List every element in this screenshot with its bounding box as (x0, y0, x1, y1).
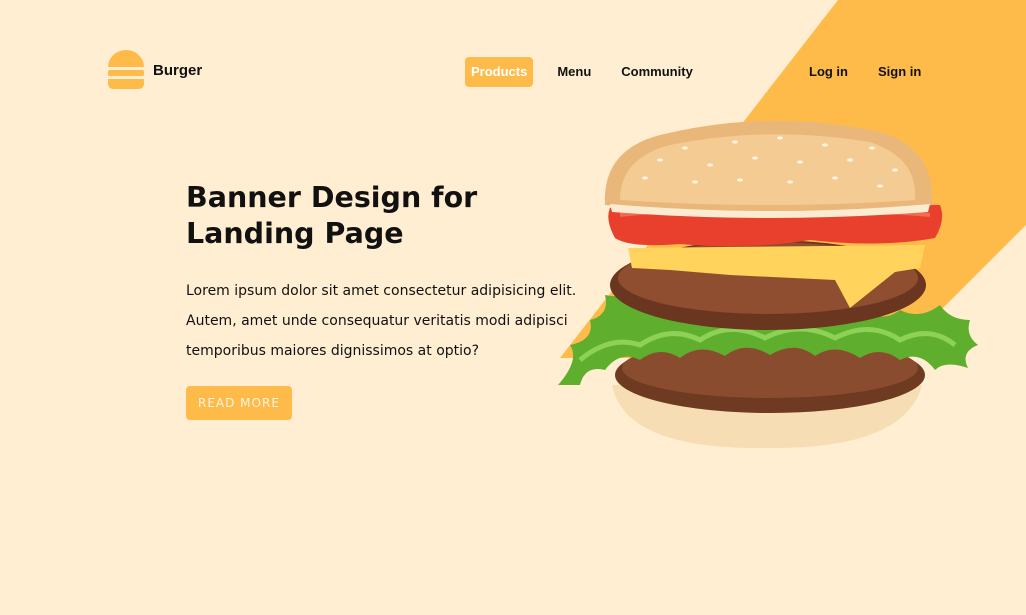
hero-title-line-1: Banner Design for (186, 181, 478, 214)
nav-item-community[interactable]: Community (615, 57, 699, 87)
brand-logo[interactable]: Burger (107, 50, 202, 90)
hero-description: Lorem ipsum dolor sit amet consectetur a… (186, 283, 577, 359)
burger-icon (108, 50, 144, 89)
auth-links: Log in Sign in (803, 57, 927, 87)
landing-page: Burger Products Menu Community Log in Si… (0, 0, 1026, 615)
brand-name: Burger (153, 61, 203, 79)
read-more-button[interactable]: READ MORE (186, 386, 292, 420)
hero-title-line-2: Landing Page (186, 217, 404, 250)
burger-image (558, 120, 978, 449)
main-nav: Products Menu Community (465, 57, 699, 87)
hero-title: Banner Design for Landing Page (186, 180, 506, 252)
nav-item-products[interactable]: Products (465, 57, 534, 87)
login-link[interactable]: Log in (803, 57, 854, 87)
nav-item-menu[interactable]: Menu (551, 57, 597, 87)
hero-section: Banner Design for Landing Page Lorem ips… (186, 180, 586, 420)
signin-link[interactable]: Sign in (872, 57, 927, 87)
